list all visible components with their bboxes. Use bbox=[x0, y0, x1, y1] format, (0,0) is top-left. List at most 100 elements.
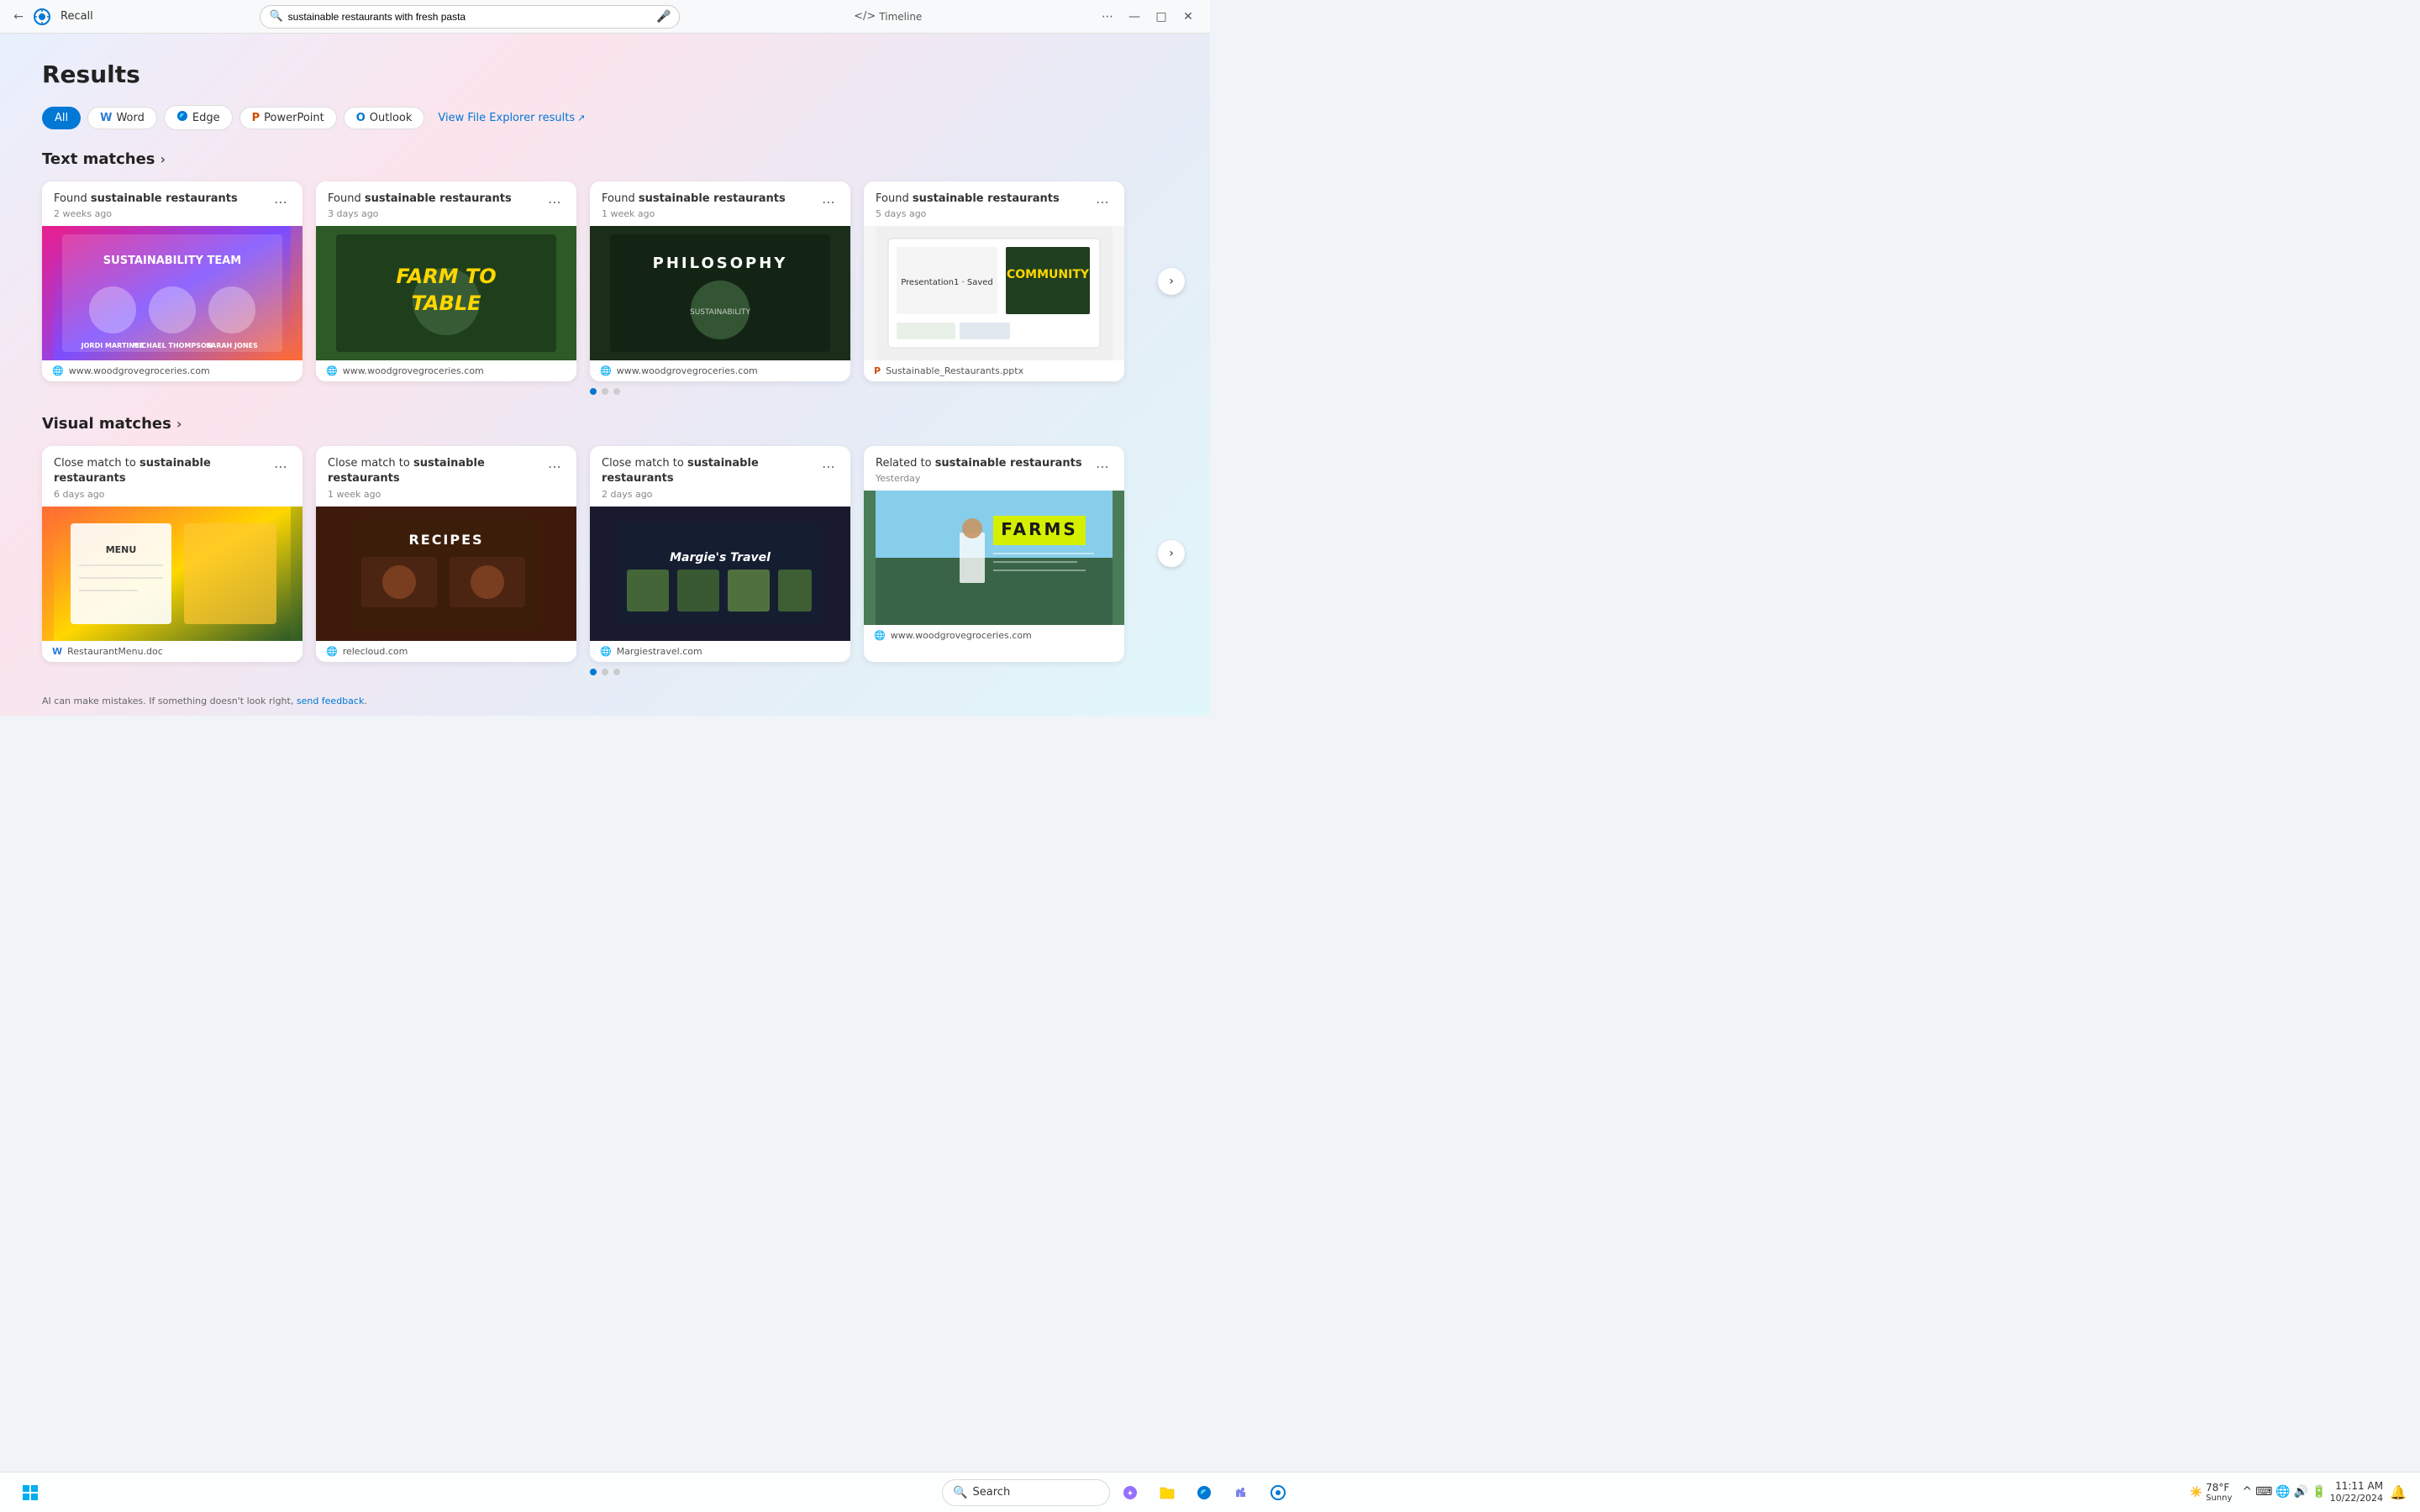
visual-matches-chevron: › bbox=[176, 416, 182, 432]
timeline-button[interactable]: </> Timeline bbox=[847, 7, 929, 26]
filter-tab-all[interactable]: All bbox=[42, 107, 81, 129]
card-footer-url-1: www.woodgrovegroceries.com bbox=[69, 365, 210, 376]
visual-matches-header[interactable]: Visual matches › bbox=[42, 415, 1168, 433]
text-matches-header[interactable]: Text matches › bbox=[42, 150, 1168, 168]
taskbar-teams-button[interactable] bbox=[1224, 1476, 1258, 1509]
chevron-up-icon[interactable]: ^ bbox=[2242, 1485, 2252, 1499]
vm-card-footer-icon-1: W bbox=[52, 646, 62, 657]
taskbar-edge-button[interactable] bbox=[1187, 1476, 1221, 1509]
card-header-3: Found sustainable restaurants 1 week ago… bbox=[590, 181, 850, 226]
card-title-text-4: Found sustainable restaurants bbox=[876, 192, 1060, 207]
svg-text:FARMS: FARMS bbox=[1001, 519, 1078, 539]
visual-match-card-4[interactable]: Related to sustainable restaurants Yeste… bbox=[864, 446, 1124, 661]
taskbar-clock[interactable]: 11:11 AM 10/22/2024 bbox=[2330, 1480, 2383, 1505]
text-match-card-4[interactable]: Found sustainable restaurants 5 days ago… bbox=[864, 181, 1124, 381]
vm-card-footer-icon-2: 🌐 bbox=[326, 646, 338, 657]
filter-tab-outlook[interactable]: O Outlook bbox=[344, 107, 425, 129]
dot-3[interactable] bbox=[613, 388, 620, 395]
taskbar-copilot-button[interactable]: ✦ bbox=[1113, 1476, 1147, 1509]
vm-card-title-3: Close match to sustainable restaurants 2… bbox=[602, 456, 818, 499]
card-title-4: Found sustainable restaurants 5 days ago bbox=[876, 192, 1060, 219]
text-match-card-1[interactable]: Found sustainable restaurants 2 weeks ag… bbox=[42, 181, 302, 381]
sound-icon[interactable]: 🔊 bbox=[2294, 1485, 2308, 1499]
edge-icon bbox=[176, 110, 188, 125]
battery-icon[interactable]: 🔋 bbox=[2312, 1485, 2326, 1499]
vm-dot-3[interactable] bbox=[613, 669, 620, 675]
app-name-label: Recall bbox=[60, 10, 93, 23]
text-matches-title: Text matches bbox=[42, 150, 155, 168]
card-menu-1[interactable]: ⋯ bbox=[271, 192, 291, 212]
ai-disclaimer-text: AI can make mistakes. If something doesn… bbox=[42, 696, 297, 706]
card-image-1: SUSTAINABILITY TEAM JORDI MARTINEZ MICHA… bbox=[42, 226, 302, 360]
text-matches-chevron: › bbox=[160, 151, 166, 167]
visual-matches-carousel: Close match to sustainable restaurants 6… bbox=[42, 446, 1168, 661]
send-feedback-link[interactable]: send feedback bbox=[297, 696, 364, 706]
card-image-4: Presentation1 · Saved COMMUNITY bbox=[864, 226, 1124, 360]
vm-card-footer-1: W RestaurantMenu.doc bbox=[42, 641, 302, 662]
visual-match-card-3[interactable]: Close match to sustainable restaurants 2… bbox=[590, 446, 850, 661]
vm-card-image-3: Margie's Travel bbox=[590, 507, 850, 641]
vm-card-footer-url-3: Margiestravel.com bbox=[617, 646, 702, 657]
card-title-3: Found sustainable restaurants 1 week ago bbox=[602, 192, 786, 219]
notification-icon[interactable]: 🔔 bbox=[2390, 1484, 2407, 1500]
vm-card-time-3: 2 days ago bbox=[602, 489, 818, 500]
search-input[interactable] bbox=[288, 11, 651, 23]
vm-card-menu-3[interactable]: ⋯ bbox=[818, 456, 839, 476]
maximize-button[interactable]: □ bbox=[1150, 5, 1173, 29]
more-options-button[interactable]: ⋯ bbox=[1096, 5, 1119, 29]
powerpoint-icon: P bbox=[252, 112, 260, 124]
word-tab-label: Word bbox=[116, 112, 144, 124]
main-content: Results All W Word Edge P PowerPoint O O… bbox=[0, 34, 1210, 716]
filter-tab-word[interactable]: W Word bbox=[87, 107, 157, 129]
external-link-icon: ↗ bbox=[577, 113, 585, 123]
systray: ^ ⌨ 🌐 🔊 🔋 bbox=[2242, 1485, 2326, 1499]
card-menu-2[interactable]: ⋯ bbox=[544, 192, 565, 212]
vm-card-menu-2[interactable]: ⋯ bbox=[544, 456, 565, 476]
vm-dot-2[interactable] bbox=[602, 669, 608, 675]
svg-text:SARAH JONES: SARAH JONES bbox=[206, 342, 258, 349]
dot-1[interactable] bbox=[590, 388, 597, 395]
taskbar-recall-button[interactable] bbox=[1261, 1476, 1295, 1509]
vm-card-image-1: MENU bbox=[42, 507, 302, 641]
text-match-card-2[interactable]: Found sustainable restaurants 3 days ago… bbox=[316, 181, 576, 381]
card-footer-2: 🌐 www.woodgrovegroceries.com bbox=[316, 360, 576, 381]
vm-dot-1[interactable] bbox=[590, 669, 597, 675]
start-button[interactable] bbox=[13, 1476, 47, 1509]
back-button[interactable]: ← bbox=[10, 8, 27, 25]
taskbar-left bbox=[13, 1476, 47, 1509]
titlebar-search-bar[interactable]: 🔍 🎤 bbox=[260, 5, 680, 29]
recall-icon bbox=[34, 8, 50, 25]
edge-tab-label: Edge bbox=[192, 112, 220, 124]
card-menu-3[interactable]: ⋯ bbox=[818, 192, 839, 212]
svg-text:PHILOSOPHY: PHILOSOPHY bbox=[653, 255, 788, 272]
vm-card-title-text-2: Close match to sustainable restaurants bbox=[328, 456, 544, 486]
text-matches-next-arrow[interactable]: › bbox=[1158, 268, 1185, 295]
card-footer-url-3: www.woodgrovegroceries.com bbox=[617, 365, 758, 376]
visual-matches-next-arrow[interactable]: › bbox=[1158, 540, 1185, 567]
svg-text:Presentation1 · Saved: Presentation1 · Saved bbox=[901, 278, 993, 287]
taskbar-search-box[interactable]: 🔍 Search bbox=[942, 1479, 1110, 1506]
text-match-card-3[interactable]: Found sustainable restaurants 1 week ago… bbox=[590, 181, 850, 381]
taskbar-files-button[interactable] bbox=[1150, 1476, 1184, 1509]
clock-date: 10/22/2024 bbox=[2330, 1493, 2383, 1504]
vm-card-header-3: Close match to sustainable restaurants 2… bbox=[590, 446, 850, 506]
close-button[interactable]: ✕ bbox=[1176, 5, 1200, 29]
microphone-icon[interactable]: 🎤 bbox=[656, 10, 671, 24]
filter-tab-powerpoint[interactable]: P PowerPoint bbox=[239, 107, 337, 129]
filter-tab-edge[interactable]: Edge bbox=[164, 105, 233, 130]
card-title-2: Found sustainable restaurants 3 days ago bbox=[328, 192, 512, 219]
visual-match-card-1[interactable]: Close match to sustainable restaurants 6… bbox=[42, 446, 302, 661]
network-icon[interactable]: 🌐 bbox=[2275, 1485, 2290, 1499]
vm-card-menu-1[interactable]: ⋯ bbox=[271, 456, 291, 476]
vm-card-title-text-1: Close match to sustainable restaurants bbox=[54, 456, 271, 486]
visual-match-card-2[interactable]: Close match to sustainable restaurants 1… bbox=[316, 446, 576, 661]
vm-card-menu-4[interactable]: ⋯ bbox=[1092, 456, 1113, 476]
view-file-explorer-link[interactable]: View File Explorer results ↗ bbox=[438, 112, 585, 124]
taskbar-center: 🔍 Search ✦ bbox=[942, 1476, 1295, 1509]
card-footer-4: P Sustainable_Restaurants.pptx bbox=[864, 360, 1124, 381]
card-menu-4[interactable]: ⋯ bbox=[1092, 192, 1113, 212]
keyboard-icon[interactable]: ⌨ bbox=[2255, 1485, 2272, 1499]
vm-card-image-4: FARMS bbox=[864, 491, 1124, 625]
minimize-button[interactable]: — bbox=[1123, 5, 1146, 29]
dot-2[interactable] bbox=[602, 388, 608, 395]
